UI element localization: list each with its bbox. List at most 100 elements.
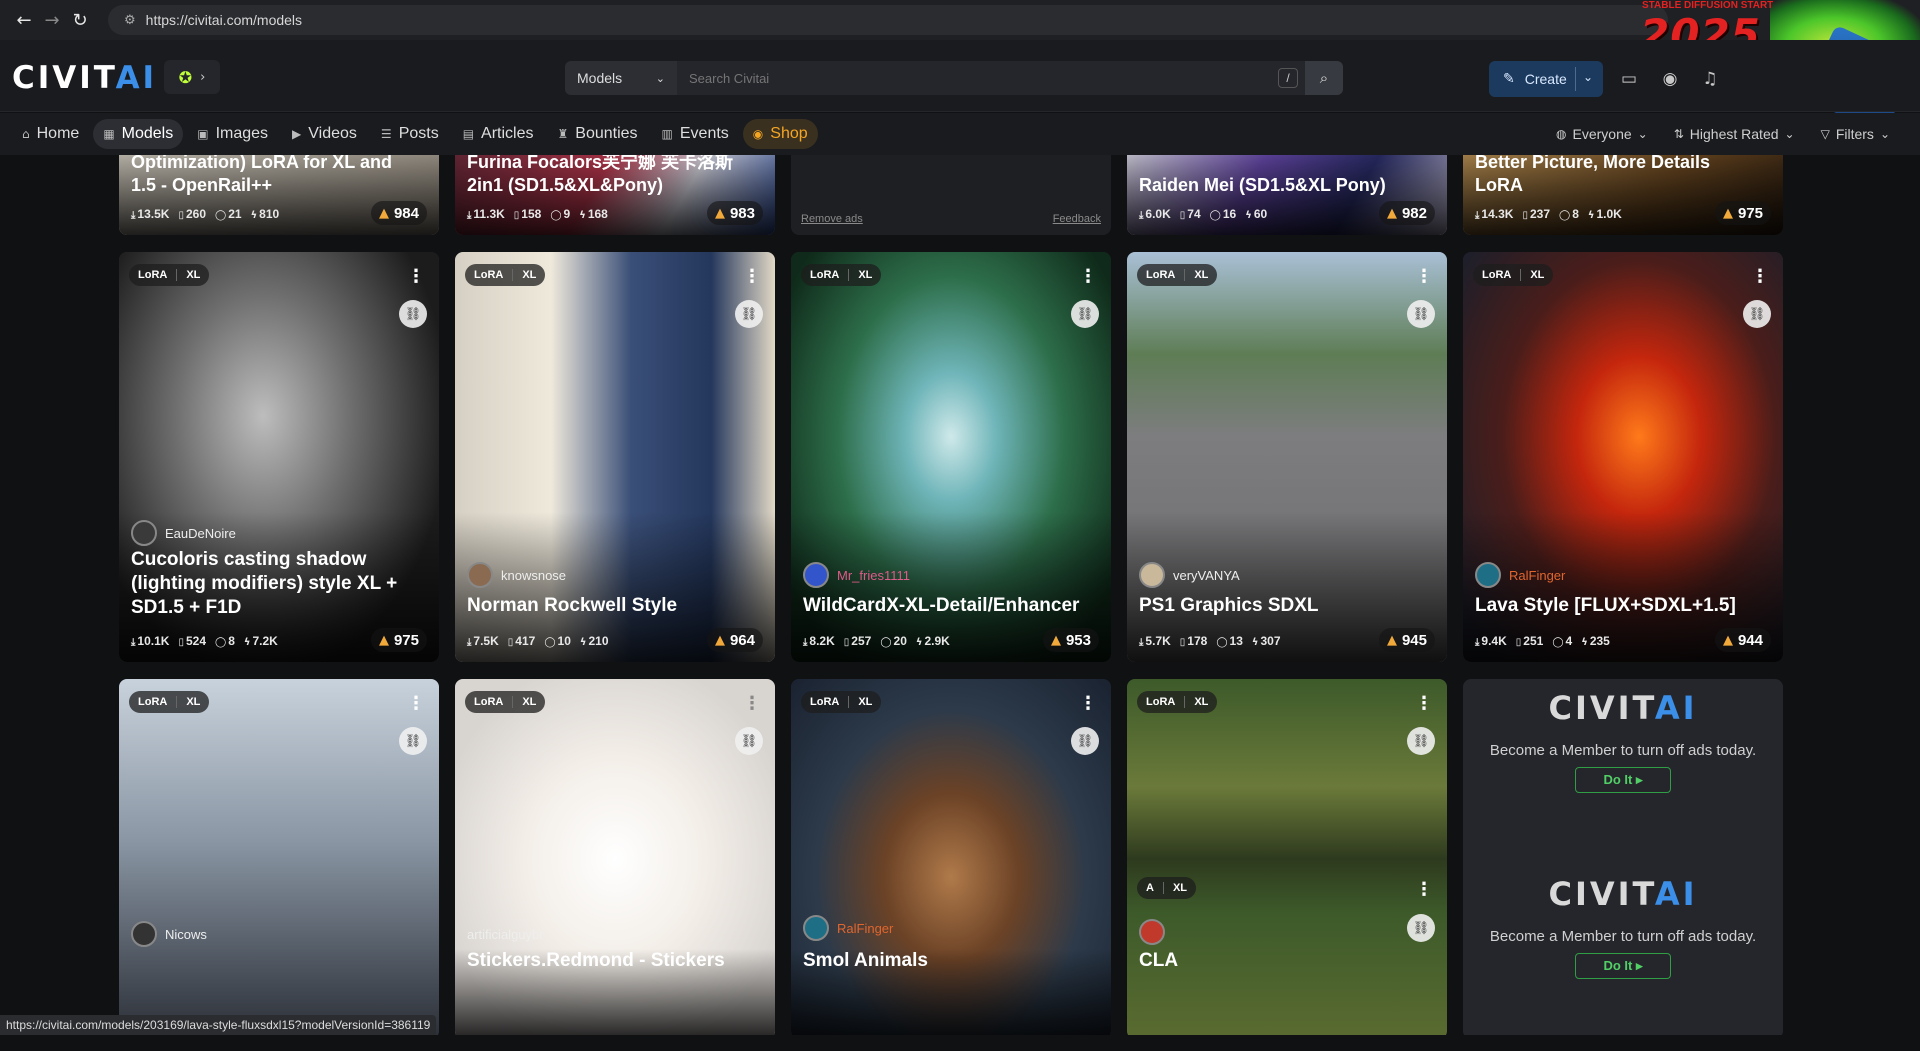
link-icon[interactable]: ⛓ [735, 300, 763, 328]
comments-count: ◯ 8 [215, 634, 235, 648]
eye-icon[interactable]: ◉ [1658, 67, 1682, 91]
model-card[interactable]: LoRA XL ⋮ ⛓ RalFinger Smol Animals [791, 679, 1111, 1035]
badge-xl: XL [1162, 882, 1196, 894]
audience-filter[interactable]: ◍ Everyone ⌄ [1556, 126, 1648, 142]
avatar [803, 562, 829, 588]
link-icon[interactable]: ⛓ [1407, 300, 1435, 328]
site-settings-icon[interactable]: ⚙ [124, 13, 136, 28]
creator[interactable]: Nicows [131, 921, 207, 947]
tab-label: Articles [481, 125, 534, 142]
creator[interactable]: veryVANYA [1139, 562, 1240, 588]
model-stats: ⤓ 6.0K ▯ 74 ◯ 16 ϟ 60 [1139, 207, 1267, 221]
bolt-icon: ϟ [1245, 210, 1252, 221]
address-bar[interactable]: ⚙ https://civitai.com/models [108, 5, 1668, 35]
model-title: Smol Animals [803, 950, 928, 971]
model-card[interactable]: LoRA XL ⋮ ⛓ knowsnose Norman Rockwell Sty… [455, 252, 775, 662]
creator-name: veryVANYA [1173, 567, 1240, 583]
more-menu-icon[interactable]: ⋮ [1079, 266, 1097, 287]
model-card[interactable]: Optimization) LoRA for XL and 1.5 - OpenR… [119, 155, 439, 235]
back-icon[interactable]: ← [10, 6, 38, 34]
chevron-down-icon[interactable]: ⌄ [1583, 70, 1593, 84]
model-card[interactable]: LoRA XL ⋮ ⛓ A XL ⋮ ⛓ CLA [1127, 679, 1447, 1035]
creator[interactable]: EauDeNoire [131, 520, 236, 546]
tab-posts[interactable]: ☰ Posts [371, 119, 449, 149]
link-icon[interactable]: ⛓ [1743, 300, 1771, 328]
more-menu-icon[interactable]: ⋮ [407, 693, 425, 714]
link-icon[interactable]: ⛓ [399, 300, 427, 328]
creator[interactable]: artificialguybr [467, 927, 544, 942]
tips-count: ϟ 1.0K [1587, 207, 1622, 221]
tab-label: Shop [770, 125, 808, 142]
tab-label: Videos [308, 125, 357, 142]
model-card[interactable]: Raiden Mei (SD1.5&XL Pony) ⤓ 6.0K ▯ 74 ◯ 16 ϟ 6… [1127, 155, 1447, 235]
feedback-link[interactable]: Feedback [1053, 213, 1101, 225]
chevron-down-icon: ⌄ [1784, 127, 1795, 141]
more-menu-icon[interactable]: ⋮ [743, 693, 761, 714]
link-icon[interactable]: ⛓ [735, 727, 763, 755]
creator-name: RalFinger [1509, 567, 1566, 583]
model-stats: ⤓ 10.1K ▯ 524 ◯ 8 ϟ 7.2K [131, 634, 278, 648]
model-card[interactable]: LoRA XL ⋮ ⛓ veryVANYA PS1 Graphics SDXL ⤓… [1127, 252, 1447, 662]
model-card[interactable]: LoRA XL ⋮ ⛓ EauDeNoire Cucoloris casting … [119, 252, 439, 662]
do-it-button[interactable]: Do It ▸ [1575, 767, 1671, 793]
tab-images[interactable]: ▣ Images [187, 119, 278, 149]
more-menu-icon[interactable]: ⋮ [1079, 693, 1097, 714]
features-button[interactable]: ✪ › [164, 60, 220, 94]
link-icon[interactable]: ⛓ [399, 727, 427, 755]
tips-count: ϟ 2.9K [915, 634, 950, 648]
creator[interactable]: Mr_fries1111 [803, 562, 910, 588]
creator[interactable]: RalFinger [803, 915, 893, 941]
search-input[interactable] [677, 61, 1305, 95]
model-card[interactable]: LoRA XL ⋮ ⛓ artificialguybr Stickers.Redm… [455, 679, 775, 1035]
tab-events[interactable]: ▥ Events [652, 119, 739, 149]
model-card[interactable]: Furina Focalors芙宁娜 芙卡洛斯 2in1 (SD1.5&XL&Po… [455, 155, 775, 235]
comment-icon: ◯ [1559, 210, 1571, 221]
tab-models[interactable]: ▦ Models [93, 119, 184, 149]
monitor-icon[interactable]: ▭ [1617, 67, 1641, 91]
avatar [131, 921, 157, 947]
more-menu-icon[interactable]: ⋮ [407, 266, 425, 287]
tips-count: ϟ 235 [1581, 634, 1610, 648]
reload-icon[interactable]: ↻ [66, 6, 94, 34]
more-menu-icon[interactable]: ⋮ [743, 266, 761, 287]
create-button[interactable]: ✎ Create ⌄ [1489, 61, 1603, 97]
bell-icon[interactable]: ♫ [1698, 67, 1722, 91]
tab-shop[interactable]: ◉ Shop [742, 119, 818, 149]
tab-videos[interactable]: ▶ Videos [282, 119, 367, 149]
link-icon[interactable]: ⛓ [1071, 300, 1099, 328]
more-menu-icon[interactable]: ⋮ [1415, 693, 1433, 714]
sort-filter[interactable]: ⇅ Highest Rated ⌄ [1674, 126, 1795, 142]
ad-logo: CIVITAI [1463, 875, 1783, 913]
filters-button[interactable]: ▽ Filters ⌄ [1821, 126, 1890, 142]
creator[interactable]: RalFinger [1475, 562, 1565, 588]
tab-bounties[interactable]: ♜ Bounties [548, 119, 648, 149]
likes-badge: ▲ 964 [706, 628, 763, 652]
more-menu-icon[interactable]: ⋮ [1751, 266, 1769, 287]
link-icon[interactable]: ⛓ [1407, 727, 1435, 755]
search-button[interactable]: ⌕ [1305, 61, 1343, 95]
search-scope-select[interactable]: Models ⌄ [565, 61, 677, 95]
civitai-logo[interactable]: CIVITAI [12, 60, 157, 96]
model-card[interactable]: LoRA XL ⋮ ⛓ RalFinger Lava Style [FLUX+SD… [1463, 252, 1783, 662]
forward-icon[interactable]: → [38, 6, 66, 34]
sort-label: Highest Rated [1689, 126, 1779, 142]
remove-ads-link[interactable]: Remove ads [801, 213, 863, 225]
more-menu-icon[interactable]: ⋮ [1415, 879, 1433, 900]
comments-count: ◯ 4 [1552, 634, 1573, 648]
badge-xl: XL [1184, 269, 1217, 281]
model-card[interactable]: LoRA XL ⋮ ⛓ Nicows [119, 679, 439, 1035]
creator[interactable]: knowsnose [467, 562, 566, 588]
tab-articles[interactable]: ▤ Articles [453, 119, 544, 149]
link-icon[interactable]: ⛓ [1071, 727, 1099, 755]
model-card[interactable]: Better Picture, More Details LoRA ⤓ 14.3K ▯… [1463, 155, 1783, 235]
link-icon[interactable]: ⛓ [1407, 914, 1435, 942]
tab-home[interactable]: ⌂ Home [12, 119, 89, 149]
model-type-badge: LoRA XL [801, 691, 882, 713]
creator-name: RalFinger [837, 920, 894, 936]
downloads-count: ⤓ 6.0K [1139, 207, 1171, 221]
more-menu-icon[interactable]: ⋮ [1415, 266, 1433, 287]
creator[interactable] [1139, 919, 1165, 945]
do-it-button[interactable]: Do It ▸ [1575, 953, 1671, 979]
model-card[interactable]: LoRA XL ⋮ ⛓ Mr_fries1111 WildCardX-XL-Det… [791, 252, 1111, 662]
download-icon: ⤓ [131, 210, 136, 221]
